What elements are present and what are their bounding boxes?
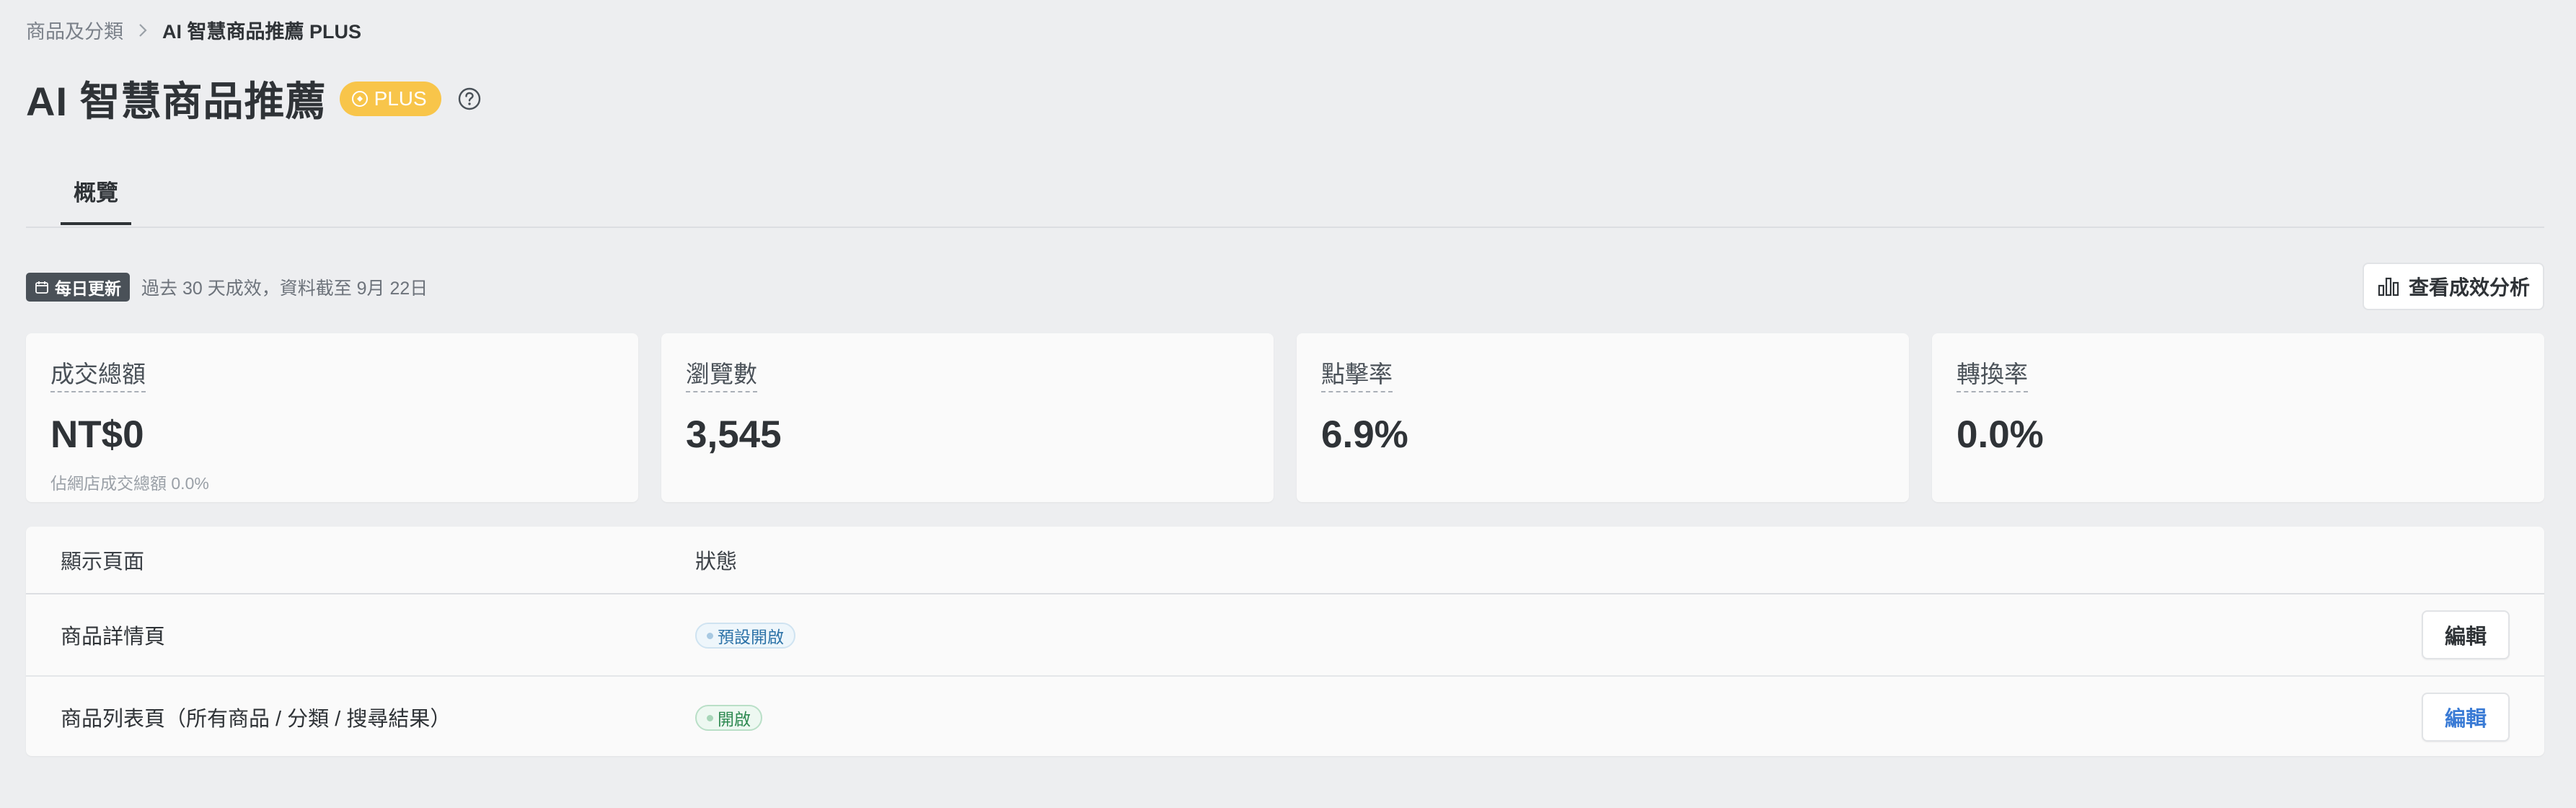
page-title: AI 智慧商品推薦 [26,79,327,124]
title-row: AI 智慧商品推薦 PLUS [26,69,482,128]
breadcrumb: 商品及分類 AI 智慧商品推薦 PLUS [26,16,361,44]
metric-label[interactable]: 成交總額 [50,355,146,392]
daily-update-badge: 每日更新 [26,273,130,302]
table-row: 商品詳情頁 預設開啟 編輯 [26,594,2544,675]
status-badge-label: 開啟 [718,710,751,729]
view-analysis-button[interactable]: 查看成效分析 [2362,263,2544,310]
metric-label[interactable]: 點擊率 [1321,355,1393,392]
view-analysis-label: 查看成效分析 [2408,276,2530,299]
metric-value: 3,545 [686,413,782,456]
row-page-name: 商品詳情頁 [61,625,166,649]
table-header: 顯示頁面 狀態 [26,527,2544,594]
column-header-status: 狀態 [695,550,738,574]
metric-value: 0.0% [1957,413,2044,456]
column-header-page: 顯示頁面 [61,550,145,574]
row-page-name: 商品列表頁（所有商品 / 分類 / 搜尋結果） [61,708,451,731]
chevron-right-icon [138,23,148,38]
metric-card-views: 瀏覽數 3,545 [661,333,1274,502]
update-description: 過去 30 天成效，資料截至 9月 22日 [141,278,428,299]
status-badge-label: 預設開啟 [718,628,784,647]
metric-label[interactable]: 轉換率 [1957,355,2028,392]
help-icon[interactable] [457,87,482,111]
metric-card-gmv: 成交總額 NT$0 佔網店成交總額 0.0% [26,333,638,502]
row-status: 預設開啟 [695,621,2544,649]
metric-card-ctr: 點擊率 6.9% [1297,333,1909,502]
calendar-icon [35,280,49,294]
edit-button[interactable]: 編輯 [2422,693,2510,742]
metric-value: 6.9% [1321,413,1408,456]
metrics-row: 成交總額 NT$0 佔網店成交總額 0.0% 瀏覽數 3,545 點擊率 6.9… [26,333,2544,502]
edit-button[interactable]: 編輯 [2422,610,2510,659]
daily-update-label: 每日更新 [55,279,121,298]
plus-coin-icon [351,90,369,107]
row-status: 開啟 [695,703,2544,732]
metric-label[interactable]: 瀏覽數 [686,355,757,392]
metric-value: NT$0 [50,413,144,456]
status-dot-icon [707,632,713,639]
display-pages-table: 顯示頁面 狀態 商品詳情頁 預設開啟 編輯 商品列表頁（所有商品 / 分類 / … [26,527,2544,756]
status-badge: 開啟 [695,705,762,732]
breadcrumb-parent-link[interactable]: 商品及分類 [26,16,123,44]
table-row: 商品列表頁（所有商品 / 分類 / 搜尋結果） 開啟 編輯 [26,675,2544,756]
metric-subtext: 佔網店成交總額 0.0% [50,474,209,493]
status-badge: 預設開啟 [695,623,795,649]
plus-badge-label: PLUS [374,87,427,110]
status-dot-icon [707,714,713,721]
plus-badge: PLUS [339,81,441,116]
tab-bar: 概覽 [26,159,2544,228]
bar-chart-icon [2377,276,2400,297]
breadcrumb-current: AI 智慧商品推薦 PLUS [162,21,362,43]
update-info: 每日更新 過去 30 天成效，資料截至 9月 22日 [26,273,428,302]
metric-card-conversion: 轉換率 0.0% [1932,333,2544,502]
tab-overview[interactable]: 概覽 [61,159,131,225]
